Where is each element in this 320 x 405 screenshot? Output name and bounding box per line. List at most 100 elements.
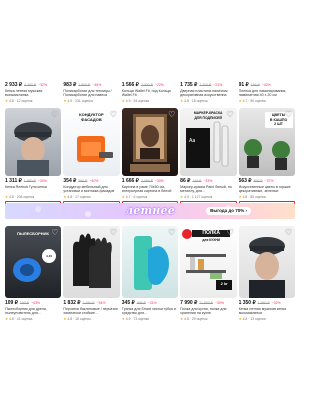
product-image[interactable]: ПОЛКА для КУХНИ 2 kr ♡	[180, 226, 237, 298]
product-card[interactable]: МАРКЕР-КРАСКА ДЛЯ ПОДПИСЕЙ Aa ♡ 86 ₽129 …	[180, 108, 237, 207]
product-card[interactable]: ЦВЕТЫ В КАШПО 2 ШТ ♡ 563 ₽890 ₽ −37% Иску…	[238, 108, 295, 207]
rating-text: 4.8 · 18 оценок	[67, 316, 91, 321]
product-card[interactable]: 91 ₽156 ₽ −42% Пленка для ламинирования, …	[239, 80, 295, 103]
rating-text: 4.7 · 96 оценок	[242, 98, 266, 103]
size-badge: 4-10	[45, 254, 52, 258]
discount: −43%	[30, 301, 41, 305]
old-price: 2 200 ₽	[199, 83, 212, 87]
product-title: Перчатки баклитовые / перчатки химически…	[63, 307, 118, 316]
old-price: 499 ₽	[136, 301, 146, 305]
star-icon: ★	[63, 316, 67, 321]
product-title: Кольца Wallet Fit, под Кольца Wallet Fit	[121, 89, 171, 98]
discount: −30%	[214, 301, 224, 305]
price: 91 ₽	[238, 82, 249, 88]
old-price: 4 290 ₽	[24, 83, 37, 87]
discount: −31%	[147, 301, 157, 305]
heart-icon[interactable]: ♡	[109, 228, 118, 237]
rating: ★ 4.9 · 231 оценка	[63, 99, 119, 103]
discount: −40%	[89, 179, 99, 183]
price: 7 990 ₽	[180, 300, 198, 306]
product-card[interactable]: 1 735 ₽2 200 ₽ −21% Дверная пластина-нали…	[180, 80, 236, 103]
rating-text: 4.9 · 231 оценка	[67, 98, 93, 103]
price: 354 ₽	[63, 178, 77, 184]
price: 1 350 ₽	[238, 300, 256, 306]
product-image[interactable]: ♡	[5, 108, 62, 176]
heart-icon[interactable]: ♡	[226, 228, 235, 237]
discount: −21%	[213, 83, 223, 87]
product-card[interactable]: ♡ 1 832 ₽2 790 ₽ −34% Перчатки баклитовые…	[63, 226, 120, 321]
decor-dot	[35, 206, 41, 212]
rating: ★ 4.8 · 13 оценок	[239, 317, 295, 321]
heart-icon[interactable]: ♡	[284, 110, 293, 119]
rating-text: 4.8 · 13 оценок	[242, 316, 266, 321]
promo-title: летнее	[125, 204, 175, 217]
promo-banner[interactable]: летнее Выгода до 70% ›	[5, 203, 295, 219]
price: 2 933 ₽	[5, 82, 23, 88]
product-image[interactable]: ♡	[121, 226, 179, 298]
rating: ★ 4.8 · 29 оценок	[180, 317, 236, 321]
product-title: Дверная пластина-наличник декоративная и…	[180, 89, 228, 98]
rating-text: 4.8 · 12 оценок	[9, 98, 33, 103]
product-card[interactable]: 1 566 ₽2 000 ₽ −22% Кольца Wallet Fit, по…	[122, 80, 178, 103]
product-card[interactable]: 983 ₽1 800 ₽ −45% Поликарбонат для теплиц…	[63, 80, 119, 103]
rating: ★ 4.7 · 96 оценок	[239, 99, 295, 103]
product-row-3: ПЫЛЕСБОРНИК 4-10 ♡ 109 ₽190 ₽ −43% Пылесб…	[5, 226, 295, 321]
old-price: 2 000 ₽	[140, 83, 153, 87]
rating: ★ 4.8 · 41 оценка	[5, 317, 61, 321]
heart-icon[interactable]: ♡	[226, 110, 235, 119]
rating: ★ 4.8 · 18 оценок	[63, 317, 119, 321]
star-icon: ★	[121, 98, 125, 103]
heart-icon[interactable]: ♡	[50, 228, 59, 237]
product-image[interactable]: ♡	[121, 108, 179, 176]
product-image[interactable]: ЦВЕТЫ В КАШПО 2 ШТ ♡	[238, 108, 295, 176]
rating-text: 4.9 · 54 оценки	[125, 98, 150, 103]
product-image[interactable]: ♡	[238, 226, 295, 298]
product-image[interactable]: МАРКЕР-КРАСКА ДЛЯ ПОДПИСЕЙ Aa ♡	[180, 108, 237, 176]
star-icon: ★	[180, 194, 184, 199]
discount: −37%	[264, 179, 274, 183]
old-price: 129 ₽	[192, 179, 202, 183]
heart-icon[interactable]: ♡	[109, 110, 118, 119]
discount: −45%	[92, 83, 102, 87]
product-card[interactable]: ПЫЛЕСБОРНИК 4-10 ♡ 109 ₽190 ₽ −43% Пылесб…	[5, 226, 62, 321]
star-icon: ★	[5, 98, 9, 103]
product-title: Кепка летняя мужская кепка восьмиклинка	[238, 307, 287, 316]
heart-icon[interactable]: ♡	[167, 110, 176, 119]
old-price: 1 990 ₽	[257, 301, 270, 305]
rating: ★ 4.9 · 54 оценки	[122, 99, 178, 103]
product-card[interactable]: 2 933 ₽4 290 ₽ −32% Кепка летняя мужская …	[5, 80, 61, 103]
product-title: Искусственные цветы в горшке декоративны…	[238, 185, 291, 194]
product-card[interactable]: ♡ 1 350 ₽1 990 ₽ −32% Кепка летняя мужска…	[238, 226, 295, 321]
price: 86 ₽	[180, 178, 191, 184]
product-card[interactable]: КОНДУКТОР ФАСАДОВ ♡ 354 ₽590 ₽ −40% Конду…	[63, 108, 120, 207]
rating-text: 4.9 · 73 оценки	[125, 316, 150, 321]
product-title: Пылесборник для дрели, пылеуловитель для…	[5, 307, 47, 316]
product-title: Пленка для ламинирования, ламинатная 40 …	[238, 89, 287, 98]
promo-cta-button[interactable]: Выгода до 70% ›	[206, 207, 251, 215]
star-icon: ★	[121, 194, 125, 199]
product-image[interactable]: ПЫЛЕСБОРНИК 4-10 ♡	[5, 226, 62, 298]
product-card[interactable]: ПОЛКА для КУХНИ 2 kr ♡ 7 990 ₽11 500 ₽ −3…	[180, 226, 237, 321]
discount: −22%	[154, 83, 164, 87]
product-image[interactable]: ♡	[63, 226, 120, 298]
product-card[interactable]: ♡ 345 ₽499 ₽ −31% Тряпка для Smart чистки…	[121, 226, 179, 321]
star-icon: ★	[5, 316, 9, 321]
heart-icon[interactable]: ♡	[50, 110, 59, 119]
price: 563 ₽	[238, 178, 252, 184]
rating: ★ 4.8 · 18 оценок	[180, 99, 236, 103]
product-card[interactable]: ♡ 1 311 ₽1 990 ₽ −34% Кепка Reebok Гуля к…	[5, 108, 62, 207]
product-title: Полка для кухни, полка для хранения на к…	[180, 307, 227, 316]
discount: −34%	[96, 301, 106, 305]
rating: ★ 4.8 · 85 оценок	[239, 195, 295, 199]
price: 1 566 ₽	[121, 82, 139, 88]
product-card[interactable]: ♡ 1 666 ₽2 399 ₽ −30% Картина в раме 70x5…	[121, 108, 179, 207]
star-icon: ★	[180, 316, 184, 321]
product-image[interactable]: КОНДУКТОР ФАСАДОВ ♡	[63, 108, 120, 176]
price: 1 832 ₽	[63, 300, 81, 306]
heart-icon[interactable]: ♡	[167, 228, 176, 237]
price: 345 ₽	[121, 300, 135, 306]
rating-text: 4.8 · 29 оценок	[184, 316, 208, 321]
heart-icon[interactable]: ♡	[284, 228, 293, 237]
discount: −34%	[37, 179, 47, 183]
star-icon: ★	[5, 194, 9, 199]
